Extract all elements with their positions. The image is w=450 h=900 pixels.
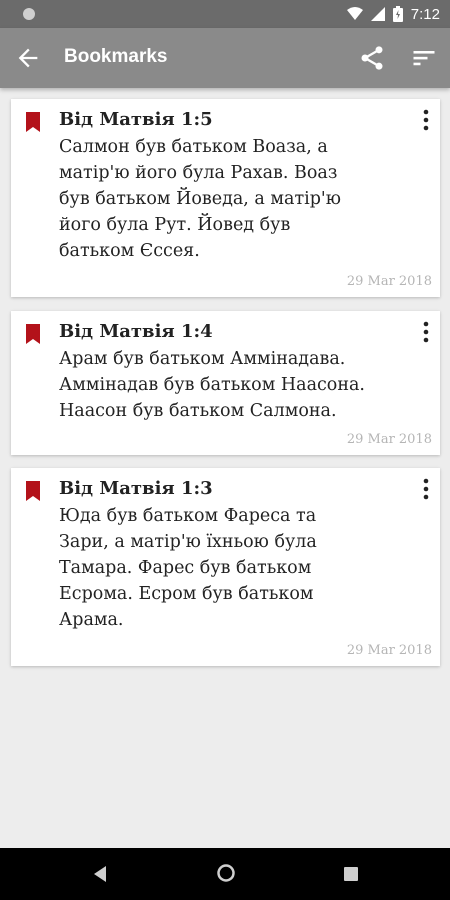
status-time: 7:12: [410, 5, 440, 23]
bookmark-reference: Від Матвія 1:5: [59, 109, 213, 130]
nav-home-icon[interactable]: [217, 864, 235, 882]
bookmark-date: 29 Mar 2018: [346, 643, 432, 658]
more-vertical-icon[interactable]: [422, 109, 430, 131]
bookmark-date: 29 Mar 2018: [346, 274, 432, 289]
verse-line: Тамара. Фарес був батьком: [59, 558, 312, 578]
verse-line: батьком Єссея.: [59, 241, 200, 261]
bookmark-card[interactable]: Від Матвія 1:5 Салмон був батьком Воаза,…: [11, 99, 440, 297]
more-vertical-icon[interactable]: [422, 321, 430, 343]
more-vertical-icon[interactable]: [422, 478, 430, 500]
verse-line: Зари, а матір'ю їхньою була: [59, 532, 317, 552]
verse-line: Салмон був батьком Воаза, а: [59, 137, 328, 157]
verse-line: Наасон був батьком Салмона.: [59, 401, 337, 421]
bookmark-verse-text: Юда був батьком Фареса та Зари, а матір'…: [59, 503, 431, 633]
bookmark-icon: [26, 324, 40, 344]
bookmark-verse-text: Салмон був батьком Воаза, а матір'ю його…: [59, 134, 431, 264]
bookmark-icon: [26, 112, 40, 132]
battery-icon: [392, 6, 403, 22]
status-bar: 7:12: [0, 0, 450, 28]
status-icons: 7:12: [346, 0, 440, 28]
bookmark-reference: Від Матвія 1:3: [59, 478, 213, 499]
signal-icon: [370, 7, 385, 21]
verse-line: Юда був батьком Фареса та: [59, 506, 317, 526]
bookmark-date: 29 Mar 2018: [346, 432, 432, 447]
notification-dot-icon: [23, 8, 35, 20]
nav-back-icon[interactable]: [92, 866, 108, 882]
bookmark-verse-text: Арам був батьком Аммінадава. Аммінадав б…: [59, 346, 431, 424]
verse-line: його була Рут. Йовед був: [59, 215, 291, 235]
verse-line: матір'ю його була Рахав. Воаз: [59, 163, 338, 183]
nav-recents-icon[interactable]: [344, 867, 358, 881]
verse-line: Есрома. Есром був батьком: [59, 584, 314, 604]
app-bar: Bookmarks: [0, 28, 450, 88]
verse-line: був батьком Йоведа, а матір'ю: [59, 189, 341, 209]
bookmark-card[interactable]: Від Матвія 1:3 Юда був батьком Фареса та…: [11, 468, 440, 666]
wifi-icon: [346, 7, 363, 20]
arrow-left-icon[interactable]: [14, 44, 42, 72]
verse-line: Аммінадав був батьком Наасона.: [59, 375, 365, 395]
bookmark-icon: [26, 481, 40, 501]
page-title: Bookmarks: [64, 46, 168, 67]
navigation-bar: [0, 848, 450, 900]
share-icon[interactable]: [358, 44, 386, 72]
verse-line: Арама.: [59, 610, 124, 630]
bookmark-reference: Від Матвія 1:4: [59, 321, 213, 342]
verse-line: Арам був батьком Аммінадава.: [59, 349, 346, 369]
bookmark-card[interactable]: Від Матвія 1:4 Арам був батьком Аммінада…: [11, 311, 440, 455]
sort-icon[interactable]: [410, 44, 438, 72]
